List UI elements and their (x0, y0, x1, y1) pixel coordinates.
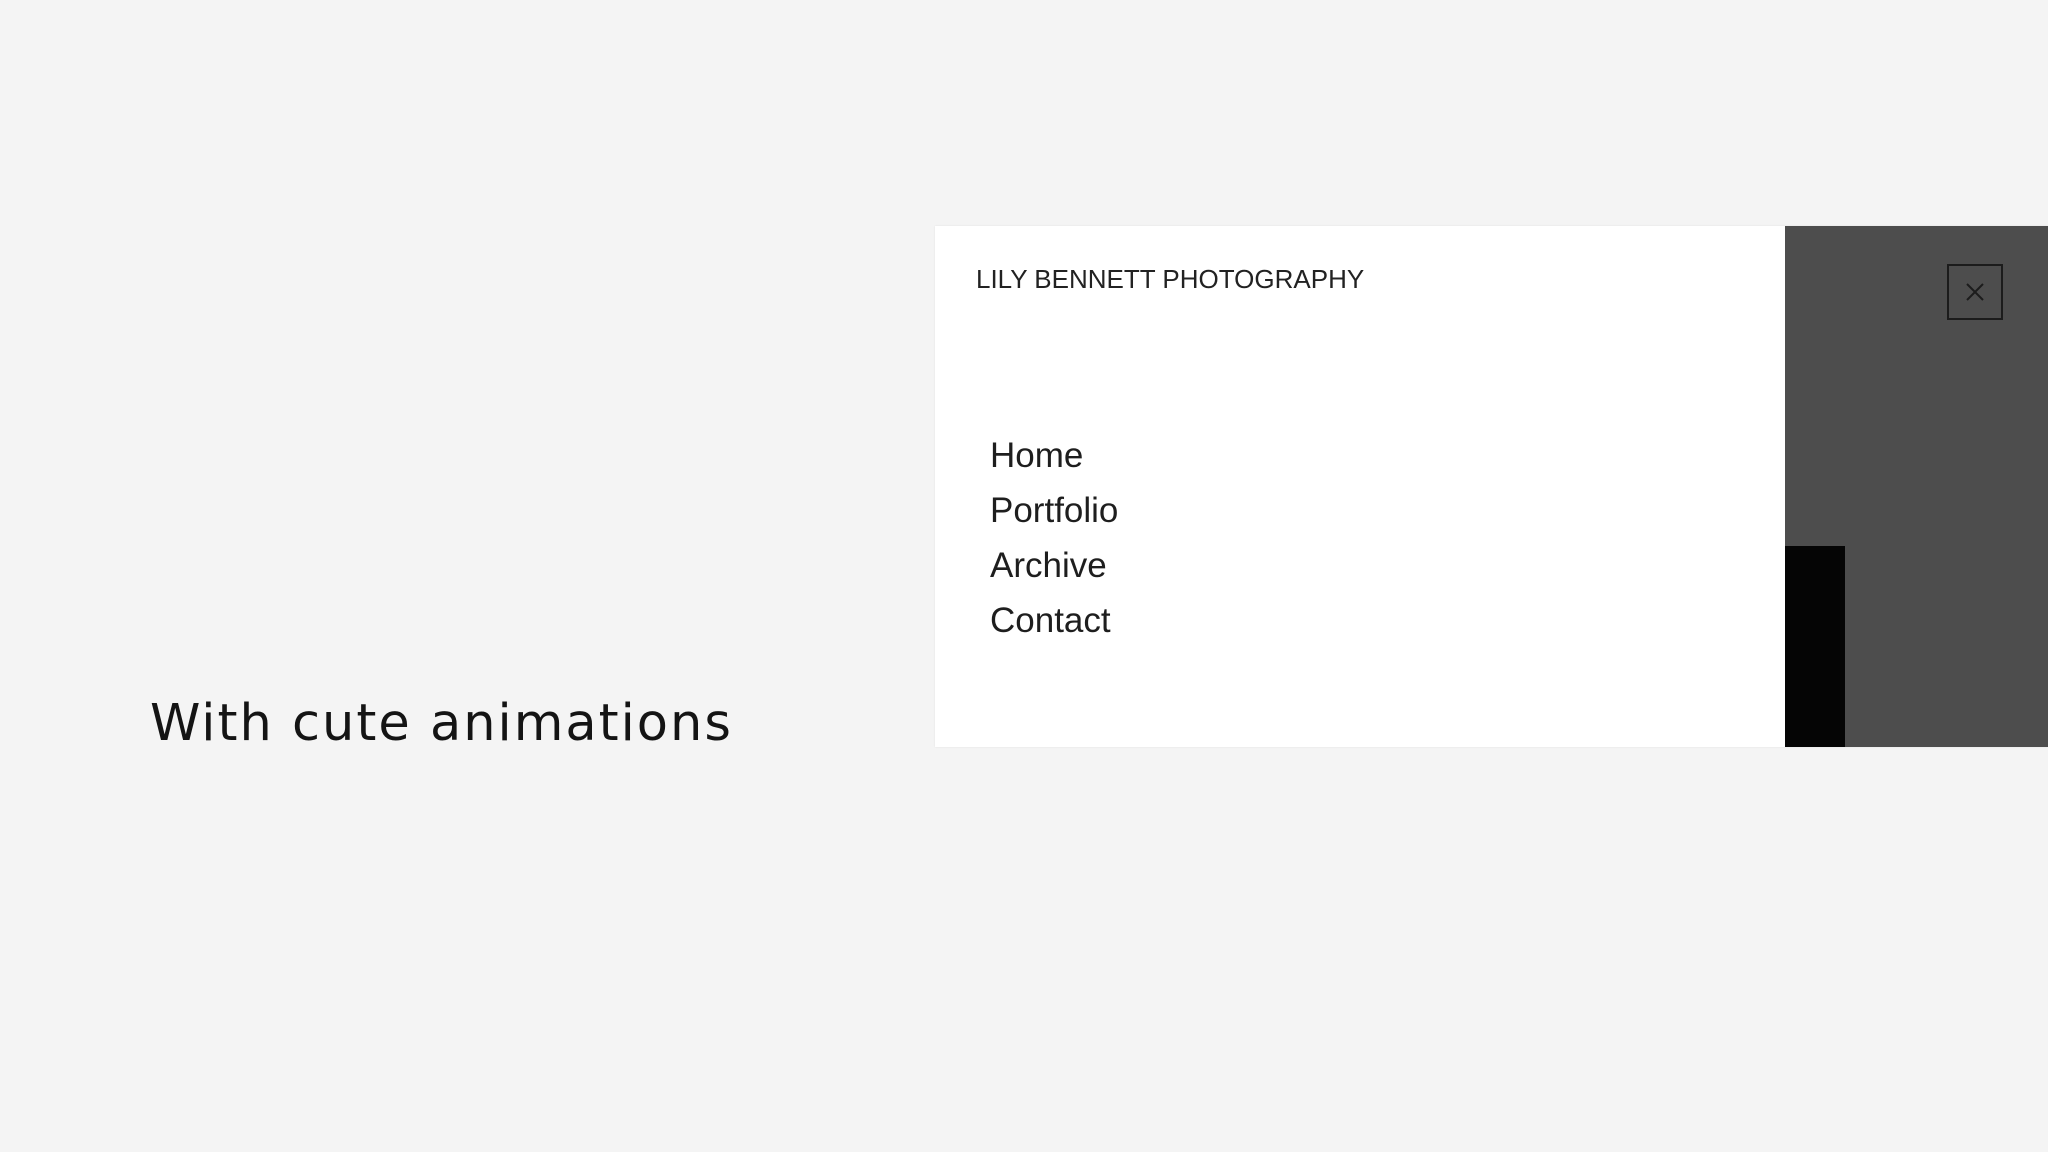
caption-text: With cute animations (150, 694, 733, 753)
nav-item-archive[interactable]: Archive (990, 538, 1118, 593)
background-image-fragment (1785, 546, 1845, 747)
nav-item-portfolio[interactable]: Portfolio (990, 483, 1118, 538)
nav-item-home[interactable]: Home (990, 428, 1118, 483)
close-button[interactable] (1947, 264, 2003, 320)
nav-menu: Home Portfolio Archive Contact (990, 428, 1118, 648)
nav-item-contact[interactable]: Contact (990, 593, 1118, 648)
close-icon (1966, 283, 1984, 301)
site-brand[interactable]: LILY BENNETT PHOTOGRAPHY (976, 266, 1364, 292)
site-preview: LILY BENNETT PHOTOGRAPHY Home Portfolio … (935, 226, 2048, 747)
menu-panel: LILY BENNETT PHOTOGRAPHY Home Portfolio … (935, 226, 1785, 747)
page-overlay[interactable] (1785, 226, 2048, 747)
